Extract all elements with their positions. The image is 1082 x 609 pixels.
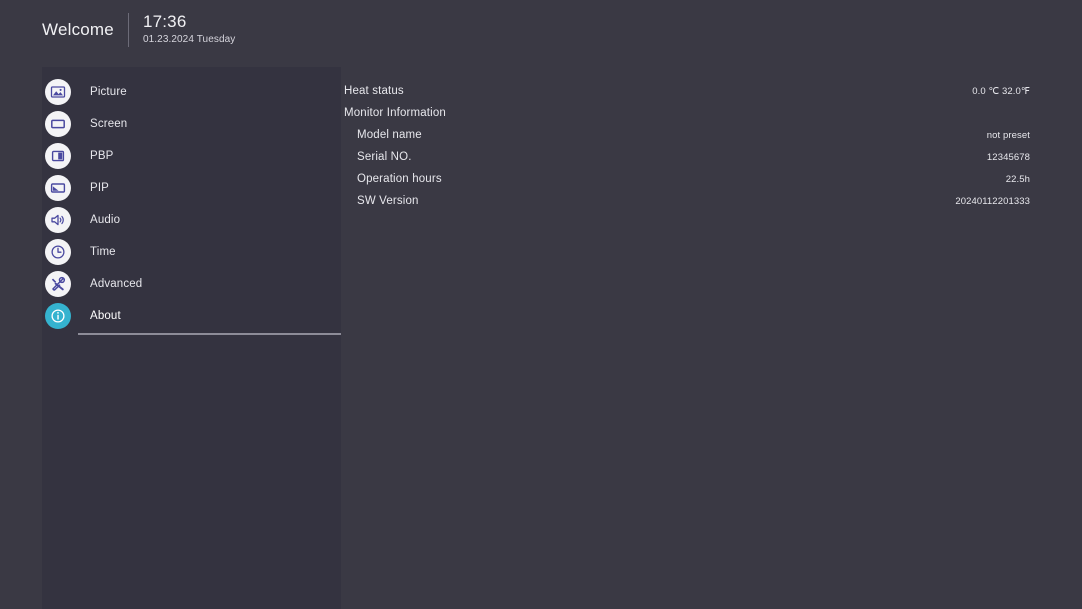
info-row-value: not preset [986,129,1030,141]
sidebar-item-about[interactable]: About [42,300,341,335]
sidebar-item-label: Time [90,246,116,258]
pbp-icon [45,143,71,169]
welcome-label: Welcome [42,19,114,39]
sidebar-item-label: Screen [90,118,128,130]
sidebar-item-label: About [90,310,121,322]
clock-time: 17:36 [142,12,187,31]
content-panel: Heat status 0.0 ℃ 32.0℉ Monitor Informatio… [341,67,1082,609]
audio-icon [45,207,71,233]
sidebar-item-time[interactable]: Time [42,236,341,268]
sidebar-item-pbp[interactable]: PBP [42,140,341,172]
info-row-value: 22.5h [1005,173,1030,185]
info-row-label: Model name [357,129,422,141]
sidebar-item-label: PIP [90,182,109,194]
tools-icon [45,271,71,297]
sidebar-item-advanced[interactable]: Advanced [42,268,341,300]
screen-icon [45,111,71,137]
sidebar-item-label: Audio [90,214,121,226]
info-row: Heat status 0.0 ℃ 32.0℉ [341,80,1082,102]
info-row: SW Version 20240112201333 [341,190,1082,212]
clock-block: 17:36 01.23.2024 Tuesday [143,12,235,47]
sidebar-item-picture[interactable]: Picture [42,76,341,108]
sidebar-item-pip[interactable]: PIP [42,172,341,204]
about-info-list: Heat status 0.0 ℃ 32.0℉ Monitor Informatio… [341,80,1082,212]
osd-menu-root: Welcome 17:36 01.23.2024 Tuesday Picture… [0,0,1082,609]
info-row-label: Monitor Information [344,107,446,119]
info-icon [45,303,71,329]
header: Welcome 17:36 01.23.2024 Tuesday [42,12,235,47]
sidebar-menu: Picture Screen PBP PIP Audio Time Advanced Abou… [42,76,341,335]
info-row: Monitor Information [341,102,1082,124]
sidebar-item-screen[interactable]: Screen [42,108,341,140]
info-row: Operation hours 22.5h [341,168,1082,190]
pip-icon [45,175,71,201]
sidebar-item-label: Advanced [90,278,143,290]
info-row-label: SW Version [357,195,419,207]
sidebar-item-label: PBP [90,150,114,162]
active-item-underline [78,333,341,335]
info-row-value: 20240112201333 [955,195,1030,207]
picture-icon [45,79,71,105]
info-row-label: Operation hours [357,173,442,185]
info-row: Serial NO. 12345678 [341,146,1082,168]
info-row-value: 0.0 ℃ 32.0℉ [972,85,1030,97]
clock-icon [45,239,71,265]
info-row-value: 12345678 [986,151,1030,163]
clock-date: 01.23.2024 Tuesday [142,34,236,45]
sidebar-item-label: Picture [90,86,127,98]
info-row: Model name not preset [341,124,1082,146]
info-row-label: Serial NO. [357,151,412,163]
header-divider [127,12,129,47]
sidebar-item-audio[interactable]: Audio [42,204,341,236]
sidebar-panel: Picture Screen PBP PIP Audio Time Advanced Abou… [42,67,341,609]
info-row-label: Heat status [344,85,404,97]
